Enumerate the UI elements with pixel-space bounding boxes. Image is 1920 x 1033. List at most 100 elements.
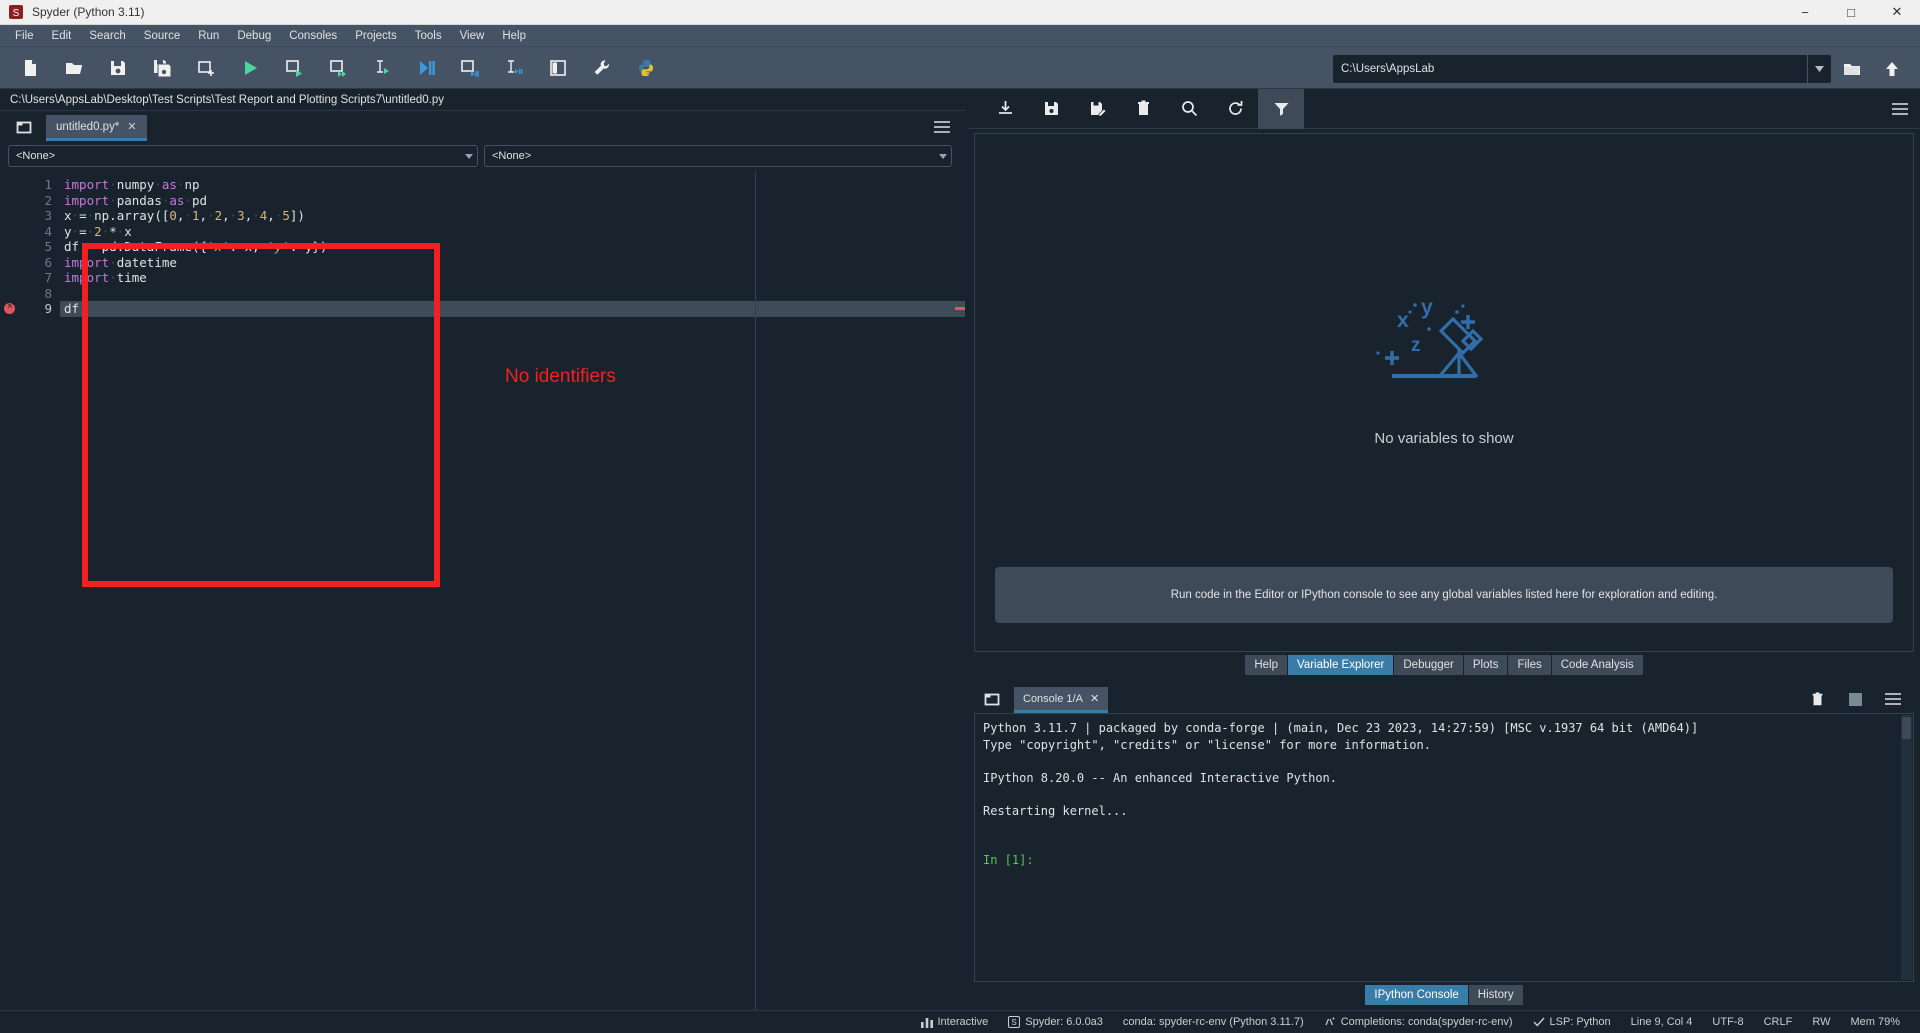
working-directory-input[interactable]: C:\Users\AppsLab <box>1332 54 1832 84</box>
hamburger-menu-icon[interactable] <box>1874 685 1912 713</box>
chevron-down-icon[interactable] <box>934 146 951 166</box>
class-selector[interactable]: <None> <box>8 145 478 167</box>
new-file-icon[interactable] <box>8 51 52 85</box>
browse-directory-button[interactable] <box>1832 53 1872 85</box>
status-completions-conda-spyder-rc-env[interactable]: Completions: conda(spyder-rc-env) <box>1314 1016 1523 1028</box>
status-mem-79[interactable]: Mem 79% <box>1840 1016 1910 1028</box>
save-file-icon[interactable] <box>96 51 140 85</box>
debug-cell-icon[interactable] <box>448 51 492 85</box>
hamburger-menu-icon[interactable] <box>1880 89 1920 129</box>
menu-source[interactable]: Source <box>135 27 189 45</box>
code-text-area[interactable]: import·numpy·as·np import·pandas·as·pd x·=… <box>60 171 965 1010</box>
tab-history[interactable]: History <box>1468 985 1523 1005</box>
remove-all-variables-icon[interactable] <box>1798 685 1836 713</box>
menu-tools[interactable]: Tools <box>406 27 451 45</box>
status-crlf[interactable]: CRLF <box>1754 1016 1803 1028</box>
menu-projects[interactable]: Projects <box>346 27 406 45</box>
chevron-down-icon[interactable] <box>460 146 477 166</box>
menu-debug[interactable]: Debug <box>228 27 280 45</box>
telescope-icon: x y z <box>1359 279 1529 414</box>
debug-file-icon[interactable] <box>404 51 448 85</box>
console-line: Python 3.11.7 | packaged by conda-forge … <box>983 721 1699 735</box>
function-selector[interactable]: <None> <box>484 145 952 167</box>
menu-view[interactable]: View <box>451 27 494 45</box>
debug-selection-icon[interactable] <box>492 51 536 85</box>
open-file-icon[interactable] <box>52 51 96 85</box>
import-data-icon[interactable] <box>982 89 1028 129</box>
status-label: Interactive <box>937 1016 989 1028</box>
menu-run[interactable]: Run <box>189 27 228 45</box>
code-editor[interactable]: 123456789 import·numpy·as·npimport·panda… <box>0 171 965 1010</box>
status-utf-8[interactable]: UTF-8 <box>1702 1016 1753 1028</box>
menu-edit[interactable]: Edit <box>43 27 81 45</box>
menu-help[interactable]: Help <box>493 27 535 45</box>
tab-plots[interactable]: Plots <box>1463 655 1508 675</box>
close-icon[interactable]: ✕ <box>127 120 136 133</box>
variable-explorer-empty-hint: Run code in the Editor or IPython consol… <box>995 567 1893 623</box>
status-conda-spyder-rc-env-python-3-11-7[interactable]: conda: spyder-rc-env (Python 3.11.7) <box>1113 1016 1314 1028</box>
browse-tabs-icon[interactable] <box>976 685 1008 713</box>
refresh-icon[interactable] <box>1212 89 1258 129</box>
status-rw[interactable]: RW <box>1802 1016 1840 1028</box>
run-cell-icon[interactable] <box>272 51 316 85</box>
status-label: Mem 79% <box>1850 1016 1900 1028</box>
status-spyder-6-0-0a3[interactable]: S Spyder: 6.0.0a3 <box>998 1016 1113 1028</box>
code-line: y·=·2·*·x <box>64 223 132 239</box>
python-path-manager-icon[interactable] <box>624 51 668 85</box>
variable-explorer-pane: x y z No variables to show Run code in t… <box>968 88 1920 680</box>
working-directory-widget: C:\Users\AppsLab <box>1332 53 1912 85</box>
editor-tab-label: untitled0.py* <box>56 120 120 133</box>
tab-ipython-console[interactable]: IPython Console <box>1365 985 1468 1005</box>
search-icon[interactable] <box>1166 89 1212 129</box>
close-icon[interactable]: ✕ <box>1090 692 1099 705</box>
save-all-icon[interactable] <box>140 51 184 85</box>
preferences-icon[interactable] <box>580 51 624 85</box>
line-number: 5 <box>44 239 52 254</box>
browse-tabs-icon[interactable] <box>8 113 40 141</box>
run-cell-advance-icon[interactable] <box>316 51 360 85</box>
menu-consoles[interactable]: Consoles <box>280 27 346 45</box>
save-data-as-icon[interactable] <box>1074 89 1120 129</box>
line-number: 4 <box>44 223 52 239</box>
tab-files[interactable]: Files <box>1508 655 1551 675</box>
tab-variable-explorer[interactable]: Variable Explorer <box>1288 655 1394 675</box>
status-line-9-col-4[interactable]: Line 9, Col 4 <box>1621 1016 1703 1028</box>
menu-file[interactable]: File <box>6 27 43 45</box>
console-output[interactable]: Python 3.11.7 | packaged by conda-forge … <box>974 713 1914 982</box>
new-cell-icon[interactable] <box>184 51 228 85</box>
maximize-pane-icon[interactable] <box>536 51 580 85</box>
editor-tab-untitled0[interactable]: untitled0.py* ✕ <box>46 115 147 141</box>
error-marker-icon[interactable] <box>4 301 15 314</box>
tab-code-analysis[interactable]: Code Analysis <box>1551 655 1643 675</box>
remove-all-variables-icon[interactable] <box>1120 89 1166 129</box>
status-label: LSP: Python <box>1549 1016 1611 1028</box>
tab-help[interactable]: Help <box>1245 655 1288 675</box>
interrupt-kernel-icon[interactable] <box>1836 685 1874 713</box>
run-selection-icon[interactable] <box>360 51 404 85</box>
svg-text:z: z <box>1411 335 1421 356</box>
filter-icon[interactable] <box>1258 88 1304 129</box>
console-scrollbar[interactable] <box>1901 715 1912 980</box>
tab-debugger[interactable]: Debugger <box>1394 655 1463 675</box>
parent-directory-button[interactable] <box>1872 53 1912 85</box>
console-tabbar: Console 1/A ✕ <box>968 683 1920 713</box>
close-button[interactable]: ✕ <box>1874 0 1920 24</box>
hamburger-menu-icon[interactable] <box>927 113 957 141</box>
editor-file-path: C:\Users\AppsLab\Desktop\Test Scripts\Te… <box>0 89 965 111</box>
save-data-icon[interactable] <box>1028 89 1074 129</box>
variable-explorer-empty-title: No variables to show <box>1374 429 1514 447</box>
console-tab-label: Console 1/A <box>1023 692 1083 705</box>
chevron-down-icon[interactable] <box>1807 55 1831 83</box>
code-line: import·time <box>64 270 147 285</box>
function-selector-value: <None> <box>492 150 532 162</box>
maximize-button[interactable]: □ <box>1828 0 1874 24</box>
editor-pane: C:\Users\AppsLab\Desktop\Test Scripts\Te… <box>0 89 965 1010</box>
run-file-icon[interactable] <box>228 51 272 85</box>
menu-search[interactable]: Search <box>80 27 134 45</box>
console-prompt[interactable]: In [1]: <box>983 852 1905 869</box>
console-tab-1a[interactable]: Console 1/A ✕ <box>1014 687 1109 713</box>
status-lsp-python[interactable]: LSP: Python <box>1523 1016 1621 1028</box>
status-interactive[interactable]: Interactive <box>911 1016 999 1028</box>
minimize-button[interactable]: − <box>1782 0 1828 24</box>
